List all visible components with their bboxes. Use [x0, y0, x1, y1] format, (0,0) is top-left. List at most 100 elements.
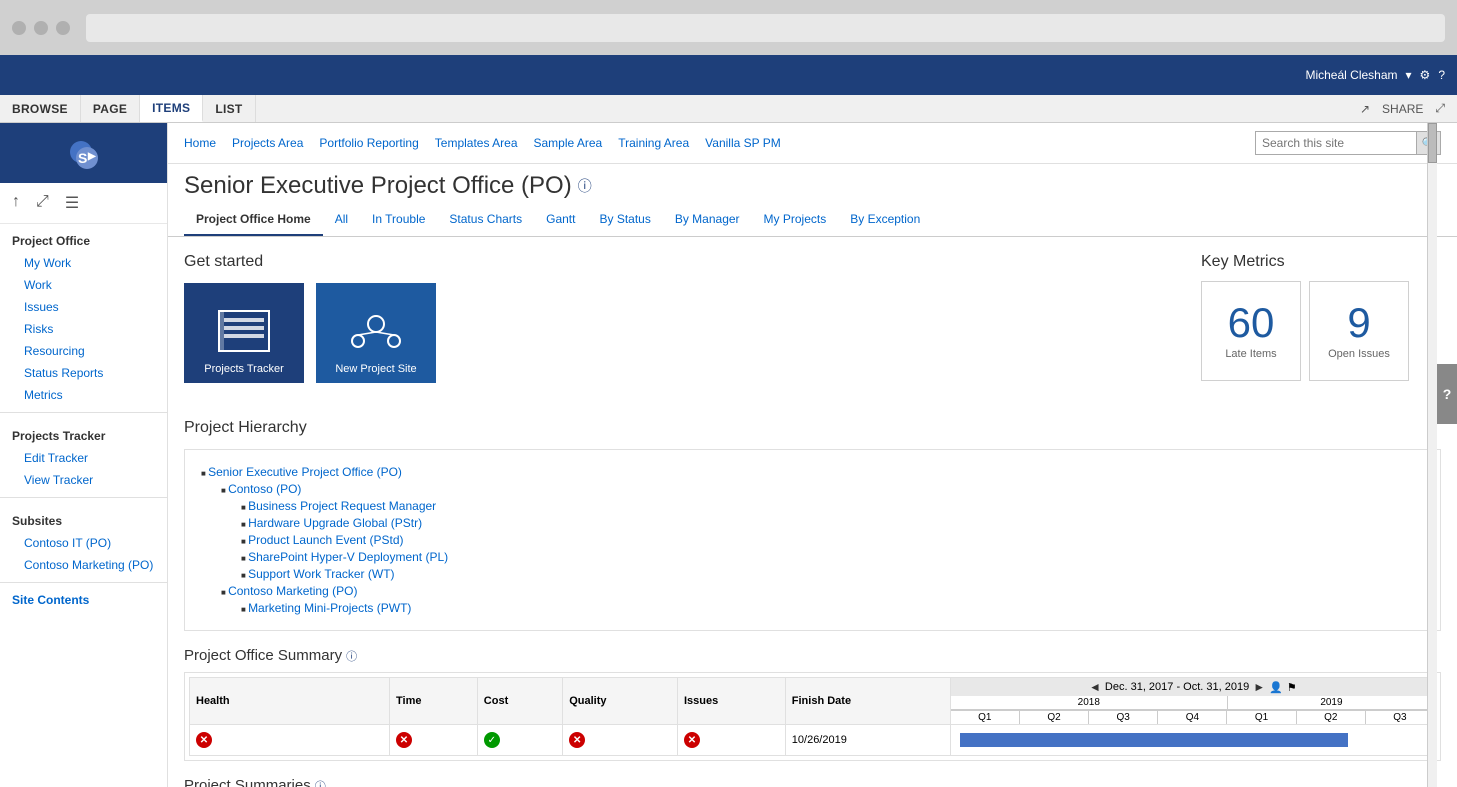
hierarchy-box: Senior Executive Project Office (PO) Con… [184, 449, 1441, 631]
hierarchy-item-4: Product Launch Event (PStd) [201, 533, 1424, 547]
scrollbar-thumb[interactable] [1428, 123, 1437, 163]
user-chevron-icon[interactable]: ▾ [1406, 68, 1412, 82]
sub-nav-tab-gantt[interactable]: Gantt [534, 204, 587, 236]
gantt-nav-left[interactable]: ◄ [1089, 680, 1101, 694]
hierarchy-link-3[interactable]: Hardware Upgrade Global (PStr) [248, 516, 422, 530]
project-summaries-info-icon[interactable]: ⓘ [315, 778, 326, 787]
page-title: Senior Executive Project Office (PO) [184, 172, 572, 200]
sub-nav-tab-by-status[interactable]: By Status [587, 204, 662, 236]
po-summary-gantt-container: Health Time Cost Quality Issues Finish D… [184, 672, 1441, 761]
sidebar-item-metrics[interactable]: Metrics [0, 384, 167, 406]
top-nav-links: Home Projects Area Portfolio Reporting T… [184, 136, 781, 150]
sidebar-item-resourcing[interactable]: Resourcing [0, 340, 167, 362]
sub-nav-tab-all[interactable]: All [323, 204, 360, 236]
list-view-icon[interactable]: ☰ [65, 193, 79, 213]
gantt-icon2[interactable]: ⚑ [1287, 681, 1297, 694]
fullscreen-icon[interactable]: ⤢ [1435, 101, 1445, 116]
gantt-icon1[interactable]: 👤 [1269, 681, 1283, 694]
scrollbar-track[interactable] [1427, 123, 1437, 787]
sidebar-divider-3 [0, 582, 167, 583]
hierarchy-item-7: Contoso Marketing (PO) [201, 584, 1424, 598]
right-col-top: Key Metrics 60 Late Items 9 Open Issues [1201, 253, 1441, 403]
share-icon[interactable]: ↗ [1360, 102, 1370, 116]
project-office-summary-info-icon[interactable]: ⓘ [346, 648, 357, 664]
svg-text:▶: ▶ [87, 151, 97, 162]
sub-nav-tab-home[interactable]: Project Office Home [184, 204, 323, 236]
move-icon[interactable]: ⤢ [36, 193, 49, 213]
card-projects-tracker[interactable]: Projects Tracker [184, 283, 304, 383]
settings-icon[interactable]: ⚙ [1420, 68, 1431, 82]
sidebar-item-site-contents[interactable]: Site Contents [0, 589, 167, 611]
page-info-icon[interactable]: ⓘ [578, 176, 592, 196]
project-office-summary-section: Project Office Summary ⓘ Health Time Cos… [184, 647, 1441, 761]
search-input[interactable] [1256, 136, 1416, 150]
gantt-nav-right[interactable]: ► [1253, 680, 1265, 694]
hierarchy-link-4[interactable]: Product Launch Event (PStd) [248, 533, 403, 547]
sidebar-item-edit-tracker[interactable]: Edit Tracker [0, 447, 167, 469]
top-nav-portfolio-reporting[interactable]: Portfolio Reporting [319, 136, 418, 150]
page-title-bar: Senior Executive Project Office (PO) ⓘ [168, 164, 1457, 204]
hierarchy-link-1[interactable]: Contoso (PO) [228, 482, 301, 496]
metric-late-items-number: 60 [1228, 302, 1275, 344]
gantt-range: Dec. 31, 2017 - Oct. 31, 2019 [1105, 681, 1249, 693]
metrics-cards: 60 Late Items 9 Open Issues [1201, 281, 1441, 381]
ribbon-tab-list[interactable]: LIST [203, 95, 255, 122]
top-nav-home[interactable]: Home [184, 136, 216, 150]
top-nav-projects-area[interactable]: Projects Area [232, 136, 303, 150]
ribbon: BROWSE PAGE ITEMS LIST ↗ SHARE ⤢ [0, 95, 1457, 123]
new-project-site-icon [346, 306, 406, 361]
top-nav-templates-area[interactable]: Templates Area [435, 136, 518, 150]
metric-late-items-label: Late Items [1225, 348, 1276, 360]
browser-address-bar[interactable] [86, 14, 1445, 42]
sub-nav-tab-my-projects[interactable]: My Projects [752, 204, 839, 236]
sub-nav-tab-by-manager[interactable]: By Manager [663, 204, 752, 236]
ribbon-tab-page[interactable]: PAGE [81, 95, 140, 122]
project-office-summary-label: Project Office Summary [184, 647, 342, 664]
po-summary-table-header-row: Health Time Cost Quality Issues Finish D… [190, 678, 1436, 725]
ribbon-tab-items[interactable]: ITEMS [140, 95, 203, 122]
hierarchy-link-7[interactable]: Contoso Marketing (PO) [228, 584, 357, 598]
gantt-bar-cell [950, 725, 1435, 756]
projects-tracker-icon [214, 306, 274, 361]
project-hierarchy-title: Project Hierarchy [184, 419, 1441, 437]
sidebar-item-risks[interactable]: Risks [0, 318, 167, 340]
sidebar-item-view-tracker[interactable]: View Tracker [0, 469, 167, 491]
metric-open-issues-number: 9 [1347, 302, 1370, 344]
sidebar-item-work[interactable]: Work [0, 274, 167, 296]
sidebar-item-my-work[interactable]: My Work [0, 252, 167, 274]
sidebar-item-contoso-it[interactable]: Contoso IT (PO) [0, 532, 167, 554]
hierarchy-link-5[interactable]: SharePoint Hyper-V Deployment (PL) [248, 550, 448, 564]
hierarchy-link-6[interactable]: Support Work Tracker (WT) [248, 567, 394, 581]
share-label[interactable]: SHARE [1382, 102, 1423, 116]
cell-cost: ✓ [477, 725, 562, 756]
upload-icon[interactable]: ↑ [12, 193, 20, 213]
hierarchy-link-2[interactable]: Business Project Request Manager [248, 499, 436, 513]
sp-shell: Micheál Clesham ▾ ⚙ ? [0, 55, 1457, 95]
po-summary-data-row: ✕ ✕ ✓ ✕ ✕ [190, 725, 1436, 756]
sub-nav-tab-in-trouble[interactable]: In Trouble [360, 204, 437, 236]
project-summaries-section: Project Summaries ⓘ ! ☐ P Health Time Co… [184, 777, 1441, 787]
metric-card-late-items: 60 Late Items [1201, 281, 1301, 381]
cell-time: ✕ [390, 725, 478, 756]
card-new-project-site[interactable]: New Project Site [316, 283, 436, 383]
gantt-q1-2018: Q1 [951, 711, 1020, 724]
sub-nav-tab-status-charts[interactable]: Status Charts [437, 204, 534, 236]
browser-dot-3 [56, 21, 70, 35]
hierarchy-link-0[interactable]: Senior Executive Project Office (PO) [208, 465, 402, 479]
top-nav-sample-area[interactable]: Sample Area [534, 136, 603, 150]
help-icon[interactable]: ? [1438, 68, 1445, 82]
project-summaries-title: Project Summaries ⓘ [184, 777, 1441, 787]
gantt-q4-2018: Q4 [1158, 711, 1227, 724]
top-nav-vanilla-sp-pm[interactable]: Vanilla SP PM [705, 136, 781, 150]
sidebar-item-status-reports[interactable]: Status Reports [0, 362, 167, 384]
col-time: Time [390, 678, 478, 725]
sidebar-item-issues[interactable]: Issues [0, 296, 167, 318]
sidebar-item-contoso-marketing[interactable]: Contoso Marketing (PO) [0, 554, 167, 576]
card-new-project-site-label: New Project Site [316, 363, 436, 375]
ribbon-tab-browse[interactable]: BROWSE [0, 95, 81, 122]
hierarchy-link-8[interactable]: Marketing Mini-Projects (PWT) [248, 601, 411, 615]
sub-nav-tab-by-exception[interactable]: By Exception [838, 204, 932, 236]
help-button[interactable]: ? [1437, 364, 1457, 424]
top-nav-training-area[interactable]: Training Area [618, 136, 689, 150]
po-summary-table: Health Time Cost Quality Issues Finish D… [189, 677, 1436, 756]
